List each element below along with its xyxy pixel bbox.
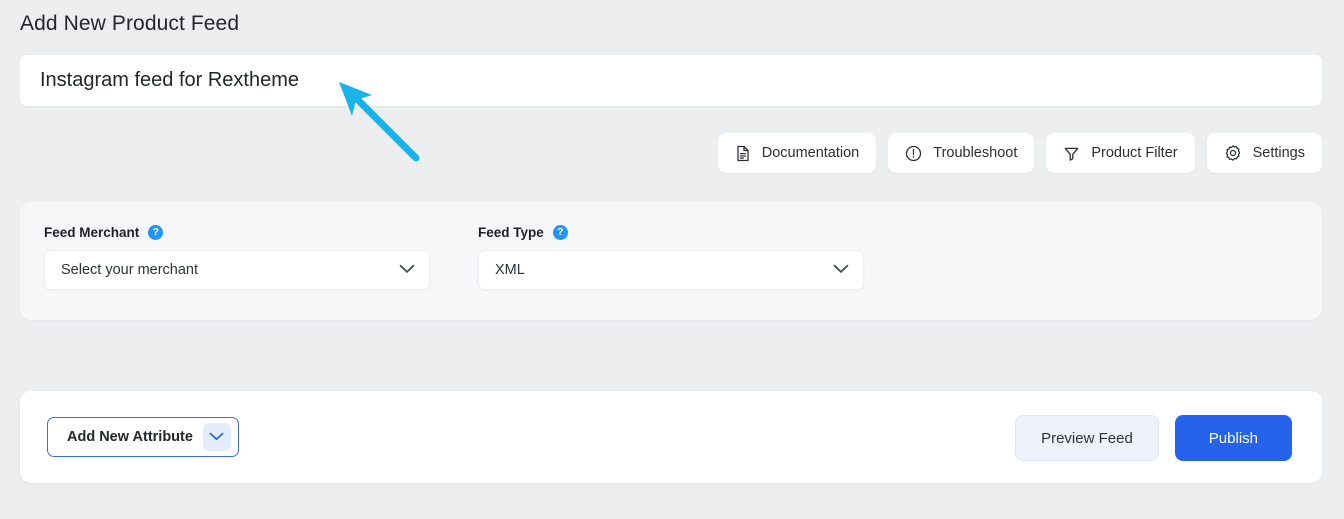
product-filter-button[interactable]: Product Filter — [1046, 133, 1194, 173]
toolbar: Documentation Troubleshoot Product Filte… — [718, 133, 1322, 173]
feed-merchant-select-value: Select your merchant — [61, 262, 198, 278]
publish-button[interactable]: Publish — [1175, 415, 1292, 461]
documentation-button[interactable]: Documentation — [718, 133, 877, 173]
action-bar: Add New Attribute Preview Feed Publish — [20, 391, 1322, 483]
page-title: Add New Product Feed — [20, 12, 239, 36]
feed-type-label: Feed Type — [478, 225, 544, 240]
feed-merchant-field-group: Feed Merchant ? Select your merchant — [44, 225, 430, 290]
feed-merchant-select[interactable]: Select your merchant — [44, 250, 430, 290]
feed-name-input[interactable] — [20, 55, 1322, 106]
feed-type-select[interactable]: XML — [478, 250, 864, 290]
chevron-down-icon — [399, 262, 415, 278]
feed-type-select-value: XML — [495, 262, 525, 278]
product-filter-button-label: Product Filter — [1091, 145, 1177, 161]
chevron-down-icon — [833, 262, 849, 278]
feed-type-field-group: Feed Type ? XML — [478, 225, 864, 290]
settings-button[interactable]: Settings — [1207, 133, 1322, 173]
chevron-down-icon — [209, 429, 224, 445]
feed-settings-fields: Feed Merchant ? Select your merchant Fee… — [44, 225, 864, 290]
gear-icon — [1224, 144, 1242, 162]
add-new-attribute-dropdown-toggle[interactable] — [203, 423, 231, 451]
troubleshoot-button[interactable]: Troubleshoot — [888, 133, 1034, 173]
alert-circle-icon — [905, 145, 922, 162]
documentation-button-label: Documentation — [762, 145, 860, 161]
help-circle-icon[interactable]: ? — [553, 225, 568, 240]
add-new-attribute-label: Add New Attribute — [67, 429, 193, 445]
primary-actions: Preview Feed Publish — [1015, 415, 1292, 461]
document-icon — [735, 145, 751, 162]
feed-merchant-label-row: Feed Merchant ? — [44, 225, 430, 240]
preview-feed-button[interactable]: Preview Feed — [1015, 415, 1159, 461]
feed-settings-card: Feed Merchant ? Select your merchant Fee… — [20, 202, 1322, 320]
feed-type-label-row: Feed Type ? — [478, 225, 864, 240]
funnel-icon — [1063, 145, 1080, 162]
add-new-attribute-button[interactable]: Add New Attribute — [47, 417, 239, 457]
troubleshoot-button-label: Troubleshoot — [933, 145, 1017, 161]
feed-merchant-label: Feed Merchant — [44, 225, 139, 240]
help-circle-icon[interactable]: ? — [148, 225, 163, 240]
settings-button-label: Settings — [1253, 145, 1305, 161]
